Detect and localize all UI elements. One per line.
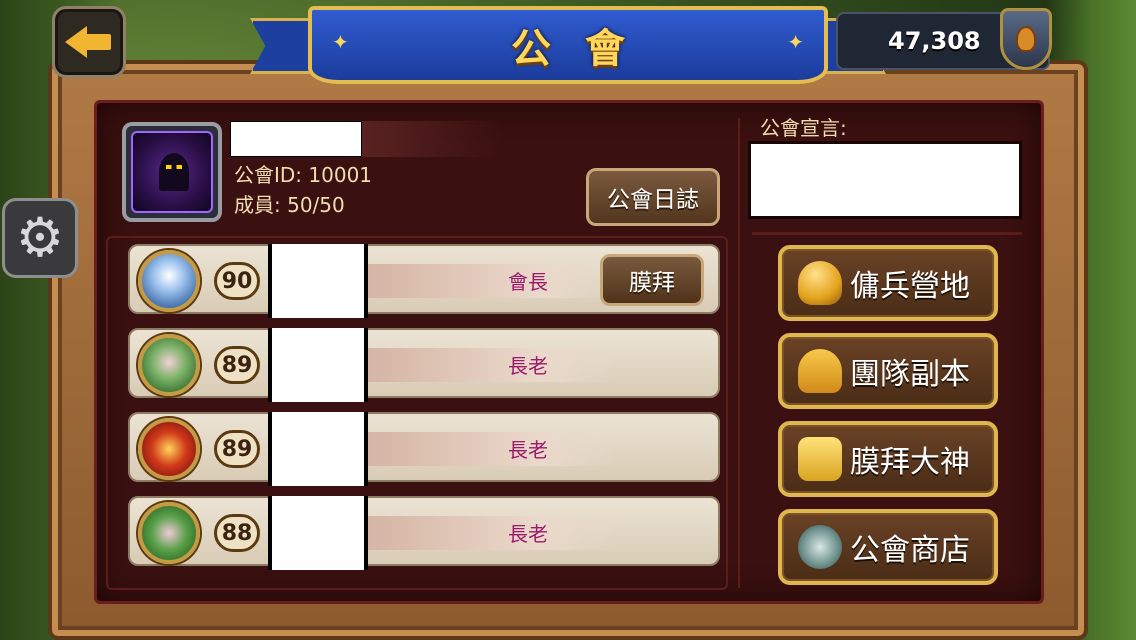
member-row[interactable]: 89 長老 <box>128 412 720 486</box>
guild-member-count: 成員: 50/50 <box>234 193 345 217</box>
member-row[interactable]: 88 長老 <box>128 496 720 570</box>
member-avatar <box>138 334 200 396</box>
worship-icon <box>798 437 842 481</box>
title-banner: 公會 ✦ ✦ <box>250 0 886 100</box>
guild-name-redacted <box>230 121 362 157</box>
shop-coin-icon <box>798 525 842 569</box>
star-icon: ✦ <box>332 30 349 54</box>
guild-meta: 公會ID: 10001 成員: 50/50 <box>234 160 372 220</box>
guild-shop-button[interactable]: 公會商店 <box>778 509 998 585</box>
guild-log-button[interactable]: 公會日誌 <box>586 168 720 226</box>
member-name-redacted <box>268 244 368 318</box>
currency-counter: 47,308 <box>836 8 1052 70</box>
member-level: 90 <box>214 262 260 300</box>
back-button[interactable] <box>52 6 126 78</box>
announcement-label: 公會宣言: <box>760 116 847 140</box>
guild-id: 公會ID: 10001 <box>234 163 373 187</box>
member-row[interactable]: 89 長老 <box>128 328 720 402</box>
back-arrow-icon <box>65 24 113 60</box>
currency-value: 47,308 <box>888 27 981 55</box>
member-row[interactable]: 90 會長 膜拜 <box>128 244 720 318</box>
star-icon: ✦ <box>787 30 804 54</box>
mercenary-camp-button[interactable]: 傭兵營地 <box>778 245 998 321</box>
member-name-redacted <box>268 496 368 570</box>
member-role: 會長 <box>508 270 548 294</box>
member-role: 長老 <box>508 354 548 378</box>
ribbon-main: 公會 <box>308 6 828 84</box>
member-name-redacted <box>268 412 368 486</box>
guild-shop-label: 公會商店 <box>850 533 970 568</box>
worship-master-label: 膜拜大神 <box>850 445 970 480</box>
vertical-divider <box>738 118 740 588</box>
member-role: 長老 <box>508 522 548 546</box>
guild-emblem-image <box>131 131 213 213</box>
gear-icon: ⚙ <box>15 206 65 269</box>
member-name-redacted <box>268 328 368 402</box>
guild-emblem[interactable] <box>122 122 222 222</box>
worship-master-button[interactable]: 膜拜大神 <box>778 421 998 497</box>
team-raid-button[interactable]: 團隊副本 <box>778 333 998 409</box>
drumstick-icon[interactable] <box>1000 8 1052 70</box>
page-title: 公會 <box>511 26 659 72</box>
helmet-icon <box>798 349 842 393</box>
guild-name-fade <box>362 121 502 157</box>
member-level: 88 <box>214 514 260 552</box>
member-role: 長老 <box>508 438 548 462</box>
member-level: 89 <box>214 430 260 468</box>
member-avatar <box>138 502 200 564</box>
worship-button[interactable]: 膜拜 <box>600 254 704 306</box>
mercenary-camp-label: 傭兵營地 <box>850 269 970 304</box>
member-avatar <box>138 250 200 312</box>
horizontal-divider <box>752 232 1022 235</box>
member-level: 89 <box>214 346 260 384</box>
settings-button[interactable]: ⚙ <box>2 198 78 278</box>
mercenary-icon <box>798 261 842 305</box>
member-avatar <box>138 418 200 480</box>
announcement-text-redacted <box>748 141 1022 219</box>
team-raid-label: 團隊副本 <box>850 357 970 392</box>
